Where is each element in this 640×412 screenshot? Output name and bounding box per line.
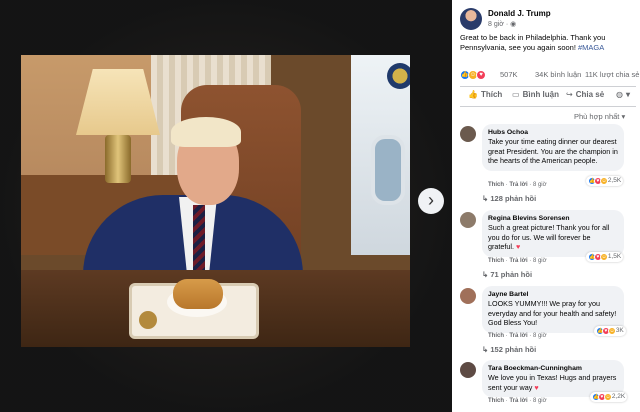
comment-reply-link[interactable]: Trả lời bbox=[509, 258, 527, 264]
commenter-avatar[interactable] bbox=[460, 212, 476, 228]
share-button[interactable]: ↪ Chia sẻ bbox=[566, 90, 604, 99]
sort-label: Phù hợp nhất bbox=[574, 112, 620, 121]
commenter-name[interactable]: Tara Boeckman-Cunningham bbox=[488, 364, 618, 373]
comment-reaction-count: 1,5K bbox=[607, 253, 622, 260]
comment-text: Such a great picture! Thank you for all … bbox=[488, 223, 618, 252]
comment-like-link[interactable]: Thích bbox=[488, 258, 504, 264]
comment-text: Take your time eating dinner our dearest… bbox=[488, 137, 618, 165]
comment-meta: Thích · Trả lời · 8 giờ bbox=[488, 258, 547, 264]
replies-count: 71 phản hồi bbox=[490, 270, 533, 279]
hashtag-link[interactable]: #MAGA bbox=[578, 43, 604, 52]
post-time[interactable]: 8 giờ bbox=[488, 21, 504, 28]
comment-button[interactable]: ▭ Bình luận bbox=[512, 90, 559, 99]
commenter-name[interactable]: Regina Blevins Sorensen bbox=[488, 214, 618, 223]
comment-like-link[interactable]: Thích bbox=[488, 333, 504, 339]
next-photo-button[interactable]: › bbox=[418, 188, 444, 214]
comment-like-link[interactable]: Thích bbox=[488, 182, 504, 188]
post-text: Great to be back in Philadelphia. Thank … bbox=[460, 33, 636, 53]
haha-reaction-icon: ☺ bbox=[600, 177, 608, 185]
comment-reactions[interactable]: 👍♥ ☺ 2,5K bbox=[586, 176, 624, 186]
comment-reaction-count: 2,2K bbox=[611, 393, 626, 400]
heart-emoji-icon: ♥ bbox=[534, 382, 539, 392]
photo-lamp-base bbox=[105, 135, 131, 183]
comment-item: Regina Blevins Sorensen Such a great pic… bbox=[460, 210, 636, 266]
comment-reactions[interactable]: 👍♥ ☺ 2,2K bbox=[590, 392, 628, 402]
avatar-icon: ◍ bbox=[616, 90, 623, 99]
divider bbox=[460, 86, 636, 87]
post-header: Donald J. Trump 8 giờ · ◉ bbox=[460, 8, 636, 32]
comment-time[interactable]: 8 giờ bbox=[533, 333, 547, 339]
author-name[interactable]: Donald J. Trump bbox=[488, 9, 551, 18]
globe-icon: ◉ bbox=[510, 21, 517, 28]
comment-sort-dropdown[interactable]: Phù hợp nhất ▾ bbox=[574, 112, 625, 121]
author-avatar[interactable] bbox=[460, 8, 482, 30]
photo-viewer: › bbox=[0, 0, 452, 412]
haha-reaction-icon: ☺ bbox=[608, 327, 616, 335]
comment-like-link[interactable]: Thích bbox=[488, 398, 504, 404]
comment-item: Hubs Ochoa Take your time eating dinner … bbox=[460, 124, 636, 192]
post-panel: Donald J. Trump 8 giờ · ◉ Great to be ba… bbox=[452, 0, 640, 412]
comment-reactions[interactable]: 👍♥ ☺ 3K bbox=[594, 326, 626, 336]
commenter-avatar[interactable] bbox=[460, 362, 476, 378]
caret-down-icon: ▾ bbox=[625, 90, 630, 99]
photo-seal bbox=[387, 63, 410, 89]
share-icon: ↪ bbox=[566, 90, 573, 99]
comment-reply-link[interactable]: Trả lời bbox=[509, 182, 527, 188]
divider bbox=[460, 106, 636, 107]
share-count[interactable]: 11K lượt chia sẻ bbox=[585, 70, 639, 79]
comment-meta: Thích · Trả lời · 8 giờ bbox=[488, 182, 547, 188]
replies-count: 152 phản hồi bbox=[490, 345, 537, 354]
comment-text-body: We love you in Texas! Hugs and prayers s… bbox=[488, 373, 617, 392]
haha-reaction-icon: ☺ bbox=[600, 253, 608, 261]
comment-meta: Thích · Trả lời · 8 giờ bbox=[488, 398, 547, 404]
post-actions: 👍 Thích ▭ Bình luận ↪ Chia sẻ ◍ ▾ bbox=[460, 88, 636, 106]
photo-sandwich bbox=[173, 279, 223, 309]
comment-bubble: Hubs Ochoa Take your time eating dinner … bbox=[482, 124, 624, 171]
commenter-avatar[interactable] bbox=[460, 126, 476, 142]
comment-reply-link[interactable]: Trả lời bbox=[509, 398, 527, 404]
share-label: Chia sẻ bbox=[575, 90, 605, 99]
post-stats: 👍☺ ♥ 507K 34K bình luận 11K lượt chia sẻ bbox=[460, 68, 639, 82]
comment-label: Bình luận bbox=[522, 90, 560, 99]
heart-emoji-icon: ♥ bbox=[515, 242, 521, 251]
commenter-name[interactable]: Hubs Ochoa bbox=[488, 128, 618, 137]
like-button[interactable]: 👍 Thích bbox=[468, 90, 502, 99]
comment-reaction-count: 3K bbox=[615, 327, 624, 334]
comment-text: We love you in Texas! Hugs and prayers s… bbox=[488, 373, 618, 392]
commenter-avatar[interactable] bbox=[460, 288, 476, 304]
comment-time[interactable]: 8 giờ bbox=[533, 182, 547, 188]
comment-text-body: Such a great picture! Thank you for all … bbox=[488, 223, 610, 251]
reaction-count[interactable]: 507K bbox=[500, 70, 518, 79]
comment-bubble: Regina Blevins Sorensen Such a great pic… bbox=[482, 210, 624, 257]
comment-reply-link[interactable]: Trả lời bbox=[509, 333, 527, 339]
replies-count: 128 phản hồi bbox=[490, 194, 537, 203]
view-replies-link[interactable]: ↳ 152 phản hồi bbox=[482, 345, 536, 354]
thumbs-up-icon: 👍 bbox=[468, 90, 478, 99]
love-reaction-icon: ♥ bbox=[476, 70, 486, 80]
chevron-right-icon: › bbox=[428, 190, 434, 210]
comment-icon: ▭ bbox=[512, 90, 520, 99]
comment-time[interactable]: 8 giờ bbox=[533, 398, 547, 404]
haha-reaction-icon: ☺ bbox=[604, 393, 612, 401]
comment-meta: Thích · Trả lời · 8 giờ bbox=[488, 333, 547, 339]
photo-emblem bbox=[139, 311, 157, 329]
comment-reactions[interactable]: 👍♥ ☺ 1,5K bbox=[586, 252, 624, 262]
commenter-name[interactable]: Jayne Bartel bbox=[488, 290, 618, 299]
post-photo[interactable] bbox=[21, 55, 410, 347]
like-label: Thích bbox=[480, 90, 503, 99]
photo-hair bbox=[171, 117, 241, 147]
reaction-as-selector[interactable]: ◍ ▾ bbox=[616, 90, 630, 99]
view-replies-link[interactable]: ↳ 128 phản hồi bbox=[482, 194, 536, 203]
post-meta: 8 giờ · ◉ bbox=[488, 20, 516, 28]
caret-down-icon: ▾ bbox=[621, 112, 626, 121]
comment-reaction-count: 2,5K bbox=[607, 177, 622, 184]
view-replies-link[interactable]: ↳ 71 phản hồi bbox=[482, 270, 532, 279]
comment-count[interactable]: 34K bình luận bbox=[535, 70, 581, 79]
comment-text: LOOKS YUMMY!!! We pray for you everyday … bbox=[488, 299, 617, 327]
comment-item: Tara Boeckman-Cunningham We love you in … bbox=[460, 360, 636, 412]
photo-porthole bbox=[371, 135, 405, 205]
comment-time[interactable]: 8 giờ bbox=[533, 258, 547, 264]
comment-item: Jayne Bartel LOOKS YUMMY!!! We pray for … bbox=[460, 286, 636, 342]
reaction-icons[interactable]: 👍☺ ♥ bbox=[460, 69, 486, 80]
